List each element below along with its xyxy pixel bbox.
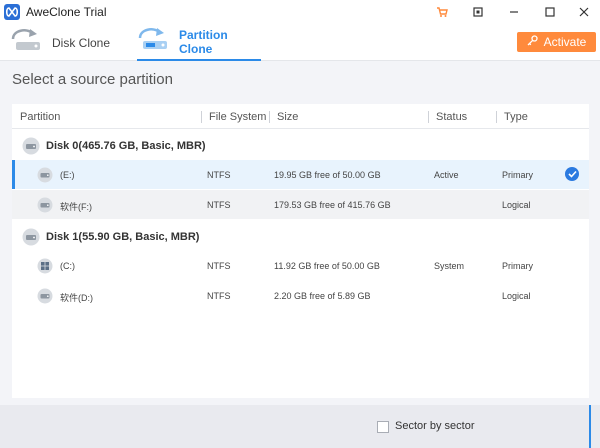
minimize-icon[interactable] — [505, 3, 523, 21]
partition-file-system: NTFS — [207, 261, 231, 271]
partition-size: 2.20 GB free of 5.89 GB — [274, 291, 371, 301]
partition-file-system: NTFS — [207, 291, 231, 301]
partition-drive-icon — [37, 167, 53, 185]
column-header-type[interactable]: Type — [504, 111, 528, 123]
column-header-size[interactable]: Size — [277, 111, 298, 123]
partition-table: Partition File System Size Status Type D… — [12, 104, 589, 398]
partition-drive-icon — [37, 288, 53, 306]
partition-type: Logical — [502, 291, 531, 301]
column-header-file-system[interactable]: File System — [209, 111, 266, 123]
footer-accent-edge — [589, 405, 591, 448]
partition-name: (E:) — [60, 170, 75, 180]
tab-disk-clone-label: Disk Clone — [52, 35, 111, 50]
tab-partition-clone-label: Partition Clone — [179, 27, 228, 56]
close-icon[interactable] — [575, 3, 593, 21]
partition-row-d[interactable]: 软件(D:) NTFS 2.20 GB free of 5.89 GB Logi… — [12, 281, 589, 310]
disk-icon — [22, 137, 40, 160]
toolbar: Disk Clone Partition Clone Activate — [0, 24, 600, 61]
maximize-icon[interactable] — [541, 3, 559, 21]
partition-name: (C:) — [60, 261, 75, 271]
partition-type: Logical — [502, 200, 531, 210]
partition-file-system: NTFS — [207, 170, 231, 180]
selected-check-icon — [565, 167, 579, 181]
column-divider[interactable] — [269, 111, 270, 123]
partition-row-f[interactable]: 软件(F:) NTFS 179.53 GB free of 415.76 GB … — [12, 190, 589, 219]
partition-status: System — [434, 261, 465, 271]
sector-by-sector-checkbox[interactable] — [377, 421, 389, 433]
partition-clone-icon — [137, 26, 171, 57]
partition-row-c[interactable]: (C:) NTFS 11.92 GB free of 50.00 GB Syst… — [12, 251, 589, 280]
sector-by-sector-label[interactable]: Sector by sector — [395, 420, 474, 432]
partition-name: 软件(D:) — [60, 293, 93, 303]
partition-size: 179.53 GB free of 415.76 GB — [274, 200, 391, 210]
tab-partition-clone[interactable]: Partition Clone — [137, 24, 261, 61]
partition-type: Primary — [502, 261, 533, 271]
partition-size: 19.95 GB free of 50.00 GB — [274, 170, 381, 180]
partition-name: 软件(F:) — [60, 202, 92, 212]
restore-icon[interactable] — [469, 3, 487, 21]
disk-label: Disk 1(55.90 GB, Basic, MBR) — [46, 231, 200, 243]
partition-status: Active — [434, 170, 459, 180]
page-title: Select a source partition — [12, 71, 173, 88]
partition-row-e[interactable]: (E:) NTFS 19.95 GB free of 50.00 GB Acti… — [12, 160, 589, 189]
column-divider[interactable] — [496, 111, 497, 123]
key-icon — [527, 35, 538, 49]
column-divider[interactable] — [201, 111, 202, 123]
column-header-status[interactable]: Status — [436, 111, 467, 123]
app-logo-icon — [4, 4, 20, 20]
disk-label: Disk 0(465.76 GB, Basic, MBR) — [46, 140, 206, 152]
cart-icon[interactable] — [433, 3, 451, 21]
disk-row-1: Disk 1(55.90 GB, Basic, MBR) — [12, 223, 589, 249]
partition-type: Primary — [502, 170, 533, 180]
partition-drive-icon — [37, 197, 53, 215]
app-title: AweClone Trial — [26, 5, 107, 19]
disk-icon — [22, 228, 40, 251]
disk-row-0: Disk 0(465.76 GB, Basic, MBR) — [12, 132, 589, 158]
disk-clone-icon — [10, 27, 44, 58]
partition-size: 11.92 GB free of 50.00 GB — [274, 261, 380, 271]
partition-file-system: NTFS — [207, 200, 231, 210]
windows-drive-icon — [37, 258, 53, 276]
activate-button[interactable]: Activate — [517, 32, 596, 52]
tab-disk-clone[interactable]: Disk Clone — [10, 24, 110, 61]
table-header: Partition File System Size Status Type — [12, 104, 589, 129]
title-bar: AweClone Trial — [0, 0, 600, 24]
activate-label: Activate — [543, 35, 587, 49]
column-divider[interactable] — [428, 111, 429, 123]
column-header-partition[interactable]: Partition — [20, 111, 60, 123]
footer-bar: Sector by sector — [0, 405, 600, 448]
